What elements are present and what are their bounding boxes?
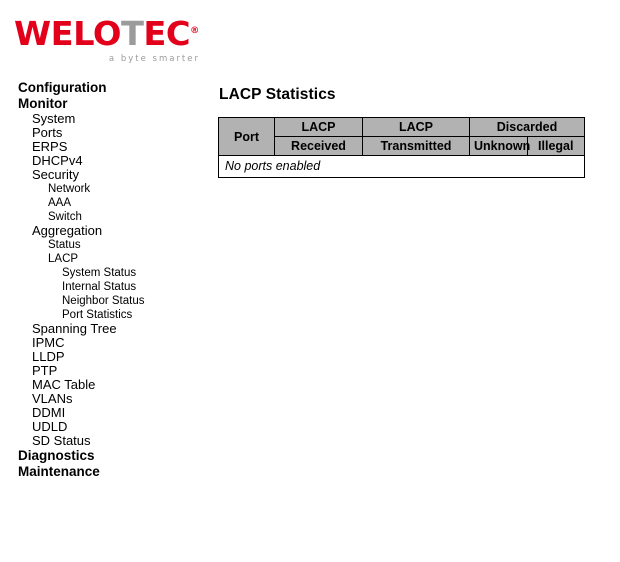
column-header-discarded-unknown: Unknown bbox=[469, 136, 530, 156]
table-header: Port LACP LACP Discarded Received Transm… bbox=[218, 117, 585, 156]
main-content: LACP Statistics Port LACP LACP Discarded… bbox=[218, 86, 602, 178]
column-header-lacp-transmitted-top: LACP bbox=[362, 117, 470, 137]
sidebar-item-status[interactable]: Status bbox=[0, 238, 210, 252]
sidebar-item-diagnostics: Diagnostics bbox=[18, 448, 95, 463]
sidebar-item-switch[interactable]: Switch bbox=[0, 210, 210, 224]
sidebar-item-dhcpv4[interactable]: DHCPv4 bbox=[0, 154, 210, 168]
sidebar-item-port-statistics[interactable]: Port Statistics bbox=[0, 308, 210, 322]
sidebar-item-security[interactable]: Security bbox=[0, 168, 210, 182]
sidebar-item-mac-table[interactable]: MAC Table bbox=[0, 378, 210, 392]
column-header-port: Port bbox=[218, 117, 275, 156]
wordmark-segment-wel: WEL bbox=[14, 14, 93, 53]
sidebar-item-lldp[interactable]: LLDP bbox=[0, 350, 210, 364]
sidebar-navigation: Configuration Monitor System Ports ERPS DHCPv… bbox=[0, 80, 210, 480]
sidebar-item-neighbor-status[interactable]: Neighbor Status bbox=[0, 294, 210, 308]
sidebar-item-udld[interactable]: UDLD bbox=[0, 420, 210, 434]
brand-logo: WELOTEC® a byte smarter bbox=[14, 14, 209, 65]
registered-trademark-icon: ® bbox=[190, 26, 199, 36]
sidebar-item-aggregation[interactable]: Aggregation bbox=[0, 224, 210, 238]
column-header-transmitted: Transmitted bbox=[362, 136, 470, 156]
page-title: LACP Statistics bbox=[219, 86, 336, 103]
table-header-row-1: Port LACP LACP Discarded bbox=[218, 117, 585, 156]
sidebar-item-lacp[interactable]: LACP bbox=[0, 252, 210, 266]
sidebar-item-system[interactable]: System bbox=[0, 112, 210, 126]
sidebar-item-network[interactable]: Network bbox=[0, 182, 210, 196]
sidebar-item-ptp[interactable]: PTP bbox=[0, 364, 210, 378]
wordmark-segment-ec: EC bbox=[143, 14, 191, 53]
sidebar-item-erps[interactable]: ERPS bbox=[0, 140, 210, 154]
sidebar-item-monitor: Monitor bbox=[18, 96, 68, 111]
empty-state-message: No ports enabled bbox=[218, 155, 585, 178]
wordmark-segment-t: T bbox=[120, 14, 144, 53]
sidebar-item-ddmi[interactable]: DDMI bbox=[0, 406, 210, 420]
sidebar-item-ipmc[interactable]: IPMC bbox=[0, 336, 210, 350]
brand-wordmark: WELOTEC® bbox=[14, 14, 213, 51]
sidebar-item-maintenance: Maintenance bbox=[18, 464, 100, 479]
table-body: No ports enabled bbox=[218, 155, 585, 178]
sidebar-item-ports[interactable]: Ports bbox=[0, 126, 210, 140]
wordmark-segment-o: O bbox=[92, 14, 122, 53]
sidebar-item-sd-status[interactable]: SD Status bbox=[0, 434, 210, 448]
sidebar-item-internal-status[interactable]: Internal Status bbox=[0, 280, 210, 294]
table-empty-row: No ports enabled bbox=[218, 155, 585, 178]
column-header-discarded-illegal: Illegal bbox=[526, 136, 585, 156]
lacp-statistics-table: Port LACP LACP Discarded Received Transm… bbox=[218, 117, 585, 178]
sidebar-item-vlans[interactable]: VLANs bbox=[0, 392, 210, 406]
sidebar-item-configuration: Configuration bbox=[18, 80, 107, 95]
column-header-lacp-received-top: LACP bbox=[274, 117, 363, 137]
sidebar-item-aaa[interactable]: AAA bbox=[0, 196, 210, 210]
sidebar-item-spanning-tree[interactable]: Spanning Tree bbox=[0, 322, 210, 336]
column-header-discarded: Discarded bbox=[469, 117, 585, 137]
sidebar-item-system-status[interactable]: System Status bbox=[0, 266, 210, 280]
column-header-received: Received bbox=[274, 136, 363, 156]
brand-tagline: a byte smarter bbox=[108, 54, 200, 64]
